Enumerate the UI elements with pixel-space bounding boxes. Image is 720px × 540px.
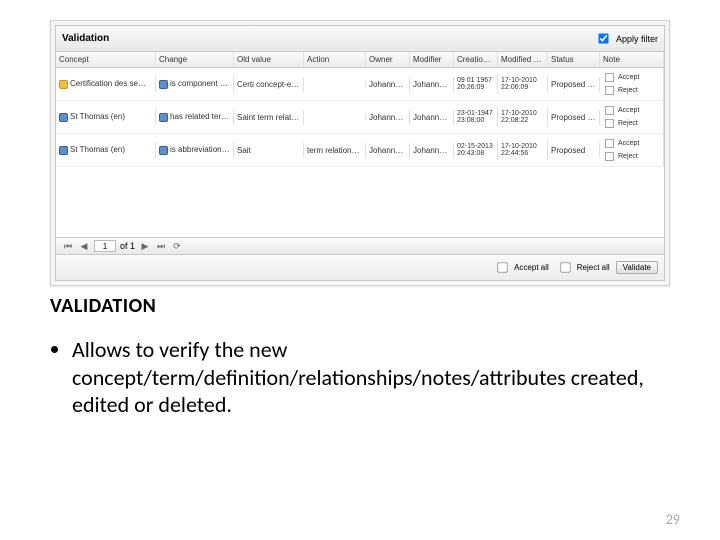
col-change[interactable]: Change: [156, 52, 234, 67]
cell-created-time: 23:08:00: [457, 117, 494, 124]
panel-titlebar: Validation Apply filter: [56, 26, 664, 52]
col-modifier[interactable]: Modifier: [410, 52, 454, 67]
change-icon: [159, 80, 168, 89]
cell-action: term relation-to-add: [304, 143, 366, 158]
col-concept[interactable]: Concept: [56, 52, 156, 67]
cell-owner: Johannsen: [366, 110, 410, 125]
footer-actions: Accept all Reject all Validate: [56, 254, 664, 280]
cell-modified-date: 17-10-2010: [501, 110, 544, 117]
page-number: 29: [666, 511, 680, 528]
cell-created-time: 20:43:08: [457, 150, 494, 157]
cell-change: is component of (en): [170, 79, 234, 88]
cell-status: Proposed deprec: [548, 77, 600, 92]
prev-page-icon[interactable]: ◀: [78, 240, 90, 252]
table-row[interactable]: St Thomas (en) is abbreviation of (en) S…: [56, 134, 664, 167]
accept-checkbox[interactable]: Accept: [603, 71, 660, 84]
refresh-icon[interactable]: ⟳: [171, 240, 183, 252]
reject-checkbox[interactable]: Reject: [603, 150, 660, 163]
cell-status: Proposed: [548, 143, 600, 158]
reject-checkbox[interactable]: Reject: [603, 84, 660, 97]
apply-filter-input[interactable]: [598, 33, 608, 43]
concept-icon: [59, 146, 68, 155]
first-page-icon[interactable]: ⏮: [62, 240, 74, 252]
cell-action: [304, 114, 366, 120]
accept-checkbox[interactable]: Accept: [603, 137, 660, 150]
cell-created-date: 23-01-1947: [457, 110, 494, 117]
concept-icon: [59, 80, 68, 89]
page-input[interactable]: [94, 240, 116, 252]
cell-oldvalue: Certi concept-enfant de Sec: [234, 77, 304, 92]
validation-panel: Validation Apply filter Concept Change O…: [55, 25, 665, 281]
concept-icon: [59, 113, 68, 122]
cell-modified-time: 22:44:56: [501, 150, 544, 157]
col-note[interactable]: Note: [600, 52, 664, 67]
cell-modifier: Johannsen: [410, 77, 454, 92]
cell-concept: St Thomas (en): [70, 145, 125, 154]
cell-modified-date: 17-10-2010: [501, 143, 544, 150]
section-title: VALIDATION: [50, 294, 670, 318]
col-oldvalue[interactable]: Old value: [234, 52, 304, 67]
col-created[interactable]: Creation date: [454, 52, 498, 67]
reject-checkbox[interactable]: Reject: [603, 117, 660, 130]
bullet-list: Allows to verify the new concept/term/de…: [50, 336, 670, 419]
col-modified[interactable]: Modified date: [498, 52, 548, 67]
cell-concept: Certification des semences (fr): [70, 79, 156, 88]
reject-all-checkbox[interactable]: Reject all: [555, 258, 610, 277]
cell-created-date: 02-15-2013: [457, 143, 494, 150]
cell-modifier: Johannsen: [410, 143, 454, 158]
cell-modified-time: 22:08:22: [501, 117, 544, 124]
cell-oldvalue: Saint term relation-to-del: [234, 110, 304, 125]
cell-action: [304, 81, 366, 87]
col-action[interactable]: Action: [304, 52, 366, 67]
cell-modified-date: 17-10-2010: [501, 77, 544, 84]
column-header-row: Concept Change Old value Action Owner Mo…: [56, 52, 664, 68]
cell-change: has related term (en): [170, 112, 234, 121]
cell-owner: Johannsen: [366, 77, 410, 92]
accept-all-checkbox[interactable]: Accept all: [492, 258, 549, 277]
col-owner[interactable]: Owner: [366, 52, 410, 67]
apply-filter-checkbox[interactable]: Apply filter: [593, 29, 658, 48]
cell-modifier: Johannsen: [410, 110, 454, 125]
change-icon: [159, 113, 168, 122]
apply-filter-label: Apply filter: [616, 34, 658, 44]
cell-created-date: 09 01 1967: [457, 77, 494, 84]
panel-title: Validation: [62, 33, 593, 44]
cell-created-time: 20:26:09: [457, 84, 494, 91]
accept-checkbox[interactable]: Accept: [603, 104, 660, 117]
cell-change: is abbreviation of (en): [170, 145, 234, 154]
empty-space: [56, 167, 664, 237]
cell-oldvalue: Sait: [234, 143, 304, 158]
page-of-label: of 1: [120, 241, 135, 251]
cell-modified-time: 22:06:09: [501, 84, 544, 91]
last-page-icon[interactable]: ⏭: [155, 240, 167, 252]
cell-status: Proposed deprec: [548, 110, 600, 125]
next-page-icon[interactable]: ▶: [139, 240, 151, 252]
validation-panel-wrap: Validation Apply filter Concept Change O…: [50, 20, 670, 286]
col-status[interactable]: Status: [548, 52, 600, 67]
cell-owner: Johannsen: [366, 143, 410, 158]
validate-button[interactable]: Validate: [616, 261, 658, 274]
table-row[interactable]: St Thomas (en) has related term (en) Sai…: [56, 101, 664, 134]
table-row[interactable]: Certification des semences (fr) is compo…: [56, 68, 664, 101]
pager: ⏮ ◀ of 1 ▶ ⏭ ⟳: [56, 237, 664, 254]
cell-concept: St Thomas (en): [70, 112, 125, 121]
change-icon: [159, 146, 168, 155]
bullet-item: Allows to verify the new concept/term/de…: [72, 336, 670, 419]
